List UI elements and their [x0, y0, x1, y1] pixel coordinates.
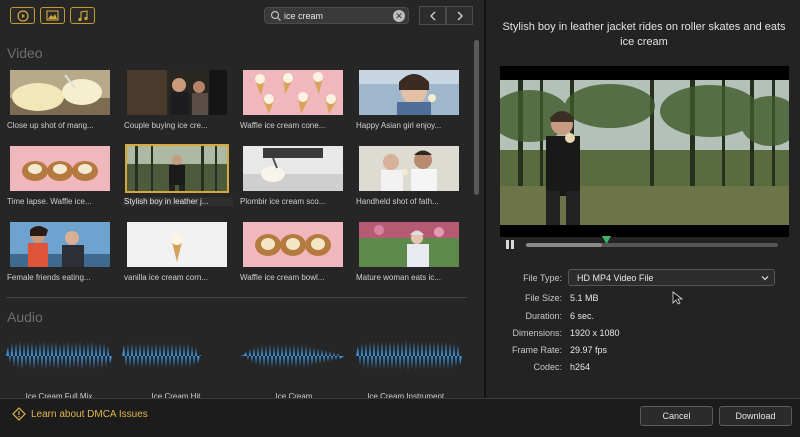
video-caption: vanilla ice cream corn... — [124, 273, 209, 282]
video-caption: Waffle ice cream cone... — [240, 121, 326, 130]
playhead-marker-icon[interactable] — [602, 236, 611, 244]
video-thumbnail — [357, 144, 461, 193]
dimensions-value: 1920 x 1080 — [570, 328, 620, 338]
dimensions-label: Dimensions: — [512, 328, 562, 338]
clear-search-icon[interactable]: ✕ — [393, 10, 405, 22]
next-button[interactable] — [446, 6, 473, 25]
audio-tile[interactable]: Ice Cream — [240, 337, 348, 401]
video-caption: Waffle ice cream bowl... — [240, 273, 325, 282]
pause-icon[interactable] — [505, 240, 515, 249]
video-caption: Female friends eating... — [7, 273, 91, 282]
audio-tile[interactable]: Ice Cream Hit — [122, 337, 230, 401]
waveform-icon — [122, 343, 230, 368]
image-filter-button[interactable] — [40, 7, 65, 24]
footer-bar: Learn about DMCA Issues Cancel Download — [0, 398, 800, 437]
play-circle-icon — [16, 9, 29, 22]
video-caption: Happy Asian girl enjoy... — [356, 121, 442, 130]
chevron-right-icon — [457, 11, 463, 20]
video-thumbnail — [241, 68, 345, 117]
video-tile-selected[interactable]: Stylish boy in leather j... — [123, 144, 233, 206]
frame-rate-value: 29.97 fps — [570, 345, 608, 355]
audio-tile[interactable]: Ice Cream Instrument... — [356, 337, 462, 401]
search-icon — [270, 10, 281, 21]
video-tile[interactable]: vanilla ice cream corn... — [123, 220, 233, 282]
video-tile[interactable]: Mature woman eats ic... — [355, 220, 465, 282]
file-size-label: File Size: — [524, 293, 562, 303]
previous-button[interactable] — [419, 6, 446, 25]
video-thumbnail — [357, 68, 461, 117]
search-box: ✕ — [264, 7, 409, 24]
video-thumbnail — [8, 144, 112, 193]
duration-label: Duration: — [525, 311, 562, 321]
dmca-link[interactable]: Learn about DMCA Issues — [12, 407, 148, 421]
video-tile[interactable]: Happy Asian girl enjoy... — [355, 68, 465, 130]
audio-section-title: Audio — [7, 309, 43, 325]
video-thumbnail — [241, 220, 345, 269]
warning-icon — [12, 407, 26, 421]
video-caption: Plombir ice cream sco... — [240, 197, 326, 206]
video-tile[interactable]: Plombir ice cream sco... — [239, 144, 349, 206]
waveform-icon — [6, 341, 112, 370]
video-thumbnail — [8, 68, 112, 117]
video-frame — [500, 66, 789, 237]
video-tile[interactable]: Couple buying ice cre... — [123, 68, 233, 130]
video-tile[interactable]: Waffle ice cream bowl... — [239, 220, 349, 282]
file-type-select[interactable]: HD MP4 Video File — [568, 269, 775, 286]
video-thumbnail — [241, 144, 345, 193]
chevron-down-icon — [761, 276, 769, 281]
scrollbar-thumb[interactable] — [474, 40, 479, 195]
video-thumbnail — [125, 144, 229, 193]
video-tile[interactable]: Waffle ice cream cone... — [239, 68, 349, 130]
video-section-title: Video — [7, 45, 43, 61]
video-tile[interactable]: Handheld shot of fath... — [355, 144, 465, 206]
video-player[interactable] — [500, 66, 789, 237]
preview-title: Stylish boy in leather jacket rides on r… — [502, 21, 786, 48]
music-note-icon — [77, 9, 88, 21]
codec-label: Codec: — [533, 362, 562, 372]
file-size-value: 5.1 MB — [570, 293, 599, 303]
video-caption: Couple buying ice cre... — [124, 121, 208, 130]
image-icon — [46, 10, 59, 21]
video-tile[interactable]: Close up shot of mang... — [6, 68, 116, 130]
video-caption: Time lapse. Waffle ice... — [7, 197, 92, 206]
waveform-icon — [240, 344, 348, 368]
video-tile[interactable]: Female friends eating... — [6, 220, 116, 282]
download-button[interactable]: Download — [719, 406, 792, 426]
progress-bar[interactable] — [526, 243, 778, 247]
audio-filter-button[interactable] — [70, 7, 95, 24]
progress-fill — [526, 243, 602, 247]
dmca-link-text[interactable]: Learn about DMCA Issues — [31, 409, 148, 420]
waveform-icon — [356, 340, 462, 371]
video-thumbnail — [8, 220, 112, 269]
section-divider — [6, 297, 467, 298]
video-tile[interactable]: Time lapse. Waffle ice... — [6, 144, 116, 206]
frame-rate-label: Frame Rate: — [511, 345, 562, 355]
chevron-left-icon — [429, 11, 435, 20]
video-caption: Mature woman eats ic... — [356, 273, 441, 282]
duration-value: 6 sec. — [570, 311, 595, 321]
file-type-value: HD MP4 Video File — [577, 273, 654, 283]
audio-tile[interactable]: Ice Cream Full Mix — [6, 337, 112, 401]
video-thumbnail — [125, 68, 229, 117]
search-input[interactable] — [284, 9, 389, 23]
video-filter-button[interactable] — [10, 7, 35, 24]
video-caption: Close up shot of mang... — [7, 121, 94, 130]
video-caption: Handheld shot of fath... — [356, 197, 439, 206]
mouse-cursor-icon — [672, 291, 683, 305]
cancel-button[interactable]: Cancel — [640, 406, 713, 426]
file-type-label: File Type: — [523, 273, 562, 283]
video-thumbnail — [125, 220, 229, 269]
video-thumbnail — [357, 220, 461, 269]
codec-value: h264 — [570, 362, 591, 372]
video-caption: Stylish boy in leather j... — [123, 197, 233, 206]
